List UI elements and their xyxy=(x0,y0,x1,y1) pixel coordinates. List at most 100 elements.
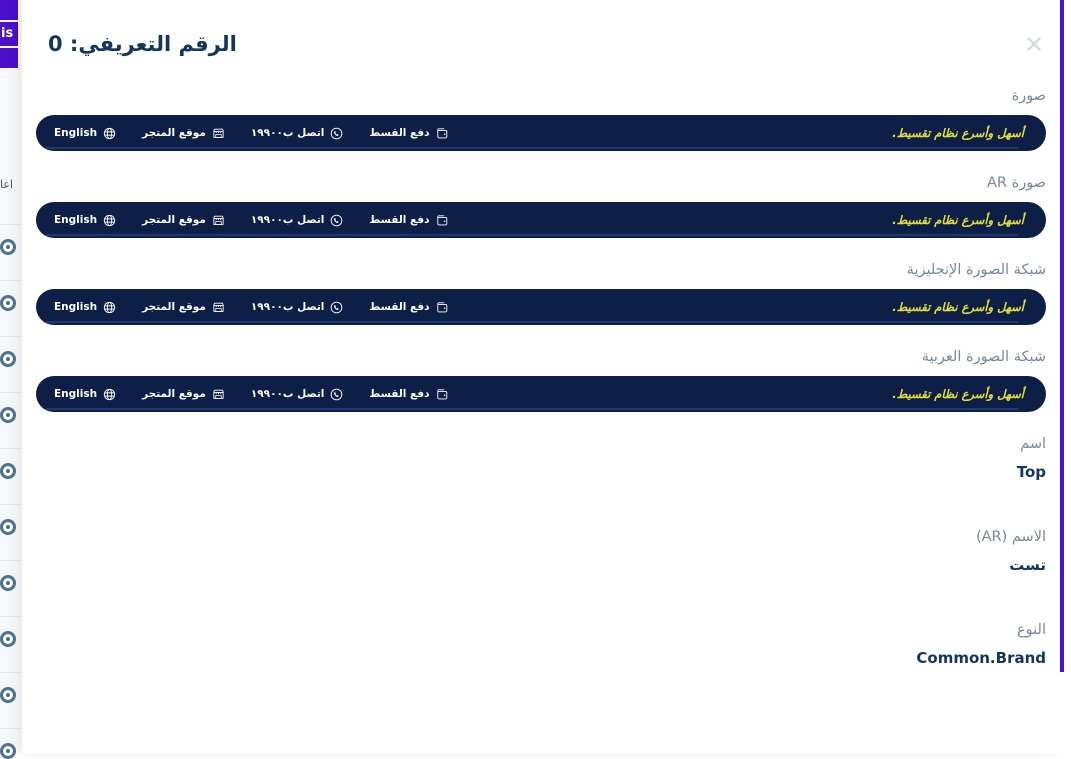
background-row-divider xyxy=(0,560,22,561)
circle-target-icon[interactable] xyxy=(0,743,16,759)
circle-target-icon[interactable] xyxy=(0,575,16,591)
field-image-main: صورة أسهل وأسرع نظام تقسيط. دفع القسط xyxy=(36,88,1046,151)
banner-image-preview[interactable]: أسهل وأسرع نظام تقسيط. دفع القسط xyxy=(36,202,1046,238)
banner-link-language[interactable]: English xyxy=(54,214,116,227)
globe-icon xyxy=(103,301,116,314)
phone-icon xyxy=(330,388,343,401)
banner-link-store[interactable]: موقع المتجر xyxy=(142,301,225,314)
phone-icon xyxy=(330,214,343,227)
banner-tagline: أسهل وأسرع نظام تقسيط. xyxy=(892,126,1024,140)
phone-icon xyxy=(330,301,343,314)
background-row-divider xyxy=(0,280,22,281)
background-list-label-clipped: اعا xyxy=(0,178,18,191)
banner-image-preview[interactable]: أسهل وأسرع نظام تقسيط. دفع القسط xyxy=(36,289,1046,325)
banner-link-language[interactable]: English xyxy=(54,301,116,314)
globe-icon xyxy=(103,388,116,401)
banner-link-installment[interactable]: دفع القسط xyxy=(369,214,448,227)
field-label: شبكة الصورة الإنجليزية xyxy=(36,262,1046,278)
banner-link-store[interactable]: موقع المتجر xyxy=(142,214,225,227)
store-icon xyxy=(212,127,225,140)
banner-link-label: دفع القسط xyxy=(369,214,429,226)
wallet-icon xyxy=(436,127,449,140)
field-label: شبكة الصورة العربية xyxy=(36,349,1046,365)
banner-link-label: English xyxy=(54,388,97,400)
banner-links: دفع القسط اتصل ب١٩٩٠٠ xyxy=(54,301,449,314)
field-type: النوع Common.Brand xyxy=(36,622,1046,667)
store-icon xyxy=(212,214,225,227)
banner-link-label: دفع القسط xyxy=(369,127,429,139)
circle-target-icon[interactable] xyxy=(0,407,16,423)
circle-target-icon[interactable] xyxy=(0,463,16,479)
banner-link-call[interactable]: اتصل ب١٩٩٠٠ xyxy=(251,127,344,140)
banner-link-call[interactable]: اتصل ب١٩٩٠٠ xyxy=(251,214,344,227)
background-purple-bar-bottom xyxy=(0,48,18,68)
store-icon xyxy=(212,301,225,314)
banner-link-installment[interactable]: دفع القسط xyxy=(369,388,448,401)
field-label: اسم xyxy=(36,436,1046,452)
banner-link-call[interactable]: اتصل ب١٩٩٠٠ xyxy=(251,301,344,314)
banner-link-label: دفع القسط xyxy=(369,388,429,400)
banner-link-label: موقع المتجر xyxy=(142,214,206,226)
background-row-divider xyxy=(0,392,22,393)
banner-link-label: دفع القسط xyxy=(369,301,429,313)
field-label: صورة xyxy=(36,88,1046,104)
circle-target-icon[interactable] xyxy=(0,687,16,703)
banner-link-language[interactable]: English xyxy=(54,127,116,140)
banner-links: دفع القسط اتصل ب١٩٩٠٠ xyxy=(54,388,449,401)
banner-links: دفع القسط اتصل ب١٩٩٠٠ xyxy=(54,127,449,140)
banner-link-store[interactable]: موقع المتجر xyxy=(142,127,225,140)
banner-links: دفع القسط اتصل ب١٩٩٠٠ xyxy=(54,214,449,227)
banner-tagline: أسهل وأسرع نظام تقسيط. xyxy=(892,387,1024,401)
banner-image-preview[interactable]: أسهل وأسرع نظام تقسيط. دفع القسط xyxy=(36,376,1046,412)
phone-icon xyxy=(330,127,343,140)
wallet-icon xyxy=(436,214,449,227)
background-row-divider xyxy=(0,448,22,449)
background-row-divider xyxy=(0,728,22,729)
field-image-ar: صورة AR أسهل وأسرع نظام تقسيط. دفع القسط xyxy=(36,175,1046,238)
banner-link-label: اتصل ب١٩٩٠٠ xyxy=(251,388,325,400)
field-label: صورة AR xyxy=(36,175,1046,191)
modal-header: الرقم التعريفي: 0 xyxy=(22,0,1062,88)
banner-image-preview[interactable]: أسهل وأسرع نظام تقسيط. دفع القسط xyxy=(36,115,1046,151)
banner-link-label: English xyxy=(54,301,97,313)
banner-link-installment[interactable]: دفع القسط xyxy=(369,301,448,314)
banner-link-call[interactable]: اتصل ب١٩٩٠٠ xyxy=(251,388,344,401)
circle-target-icon[interactable] xyxy=(0,519,16,535)
banner-link-label: اتصل ب١٩٩٠٠ xyxy=(251,214,325,226)
background-row-divider xyxy=(0,672,22,673)
wallet-icon xyxy=(436,301,449,314)
scrollbar-thumb[interactable] xyxy=(1060,0,1064,672)
background-row-divider xyxy=(0,336,22,337)
banner-link-label: English xyxy=(54,214,97,226)
background-purple-bar-top xyxy=(0,0,18,20)
banner-link-label: موقع المتجر xyxy=(142,301,206,313)
circle-target-icon[interactable] xyxy=(0,631,16,647)
banner-tagline: أسهل وأسرع نظام تقسيط. xyxy=(892,300,1024,314)
banner-link-label: اتصل ب١٩٩٠٠ xyxy=(251,301,325,313)
background-row-divider xyxy=(0,616,22,617)
field-name-ar: الاسم (AR) تست xyxy=(36,529,1046,574)
globe-icon xyxy=(103,127,116,140)
field-value: تست xyxy=(36,556,1046,574)
circle-target-icon[interactable] xyxy=(0,239,16,255)
circle-target-icon[interactable] xyxy=(0,295,16,311)
banner-link-installment[interactable]: دفع القسط xyxy=(369,127,448,140)
banner-link-label: English xyxy=(54,127,97,139)
modal-body: صورة أسهل وأسرع نظام تقسيط. دفع القسط xyxy=(22,88,1062,667)
field-image-grid-ar: شبكة الصورة العربية أسهل وأسرع نظام تقسي… xyxy=(36,349,1046,412)
field-value: Top xyxy=(36,463,1046,481)
field-label: النوع xyxy=(36,622,1046,638)
banner-link-store[interactable]: موقع المتجر xyxy=(142,388,225,401)
banner-tagline: أسهل وأسرع نظام تقسيط. xyxy=(892,213,1024,227)
close-icon[interactable] xyxy=(1020,30,1048,58)
banner-link-language[interactable]: English xyxy=(54,388,116,401)
banner-link-label: موقع المتجر xyxy=(142,388,206,400)
page-title: الرقم التعريفي: 0 xyxy=(48,32,237,56)
wallet-icon xyxy=(436,388,449,401)
background-row-divider xyxy=(0,224,22,225)
field-label: الاسم (AR) xyxy=(36,529,1046,545)
circle-target-icon[interactable] xyxy=(0,351,16,367)
banner-link-label: موقع المتجر xyxy=(142,127,206,139)
background-row-divider xyxy=(0,504,22,505)
detail-modal: الرقم التعريفي: 0 صورة أسهل وأسرع نظام ت… xyxy=(22,0,1062,753)
